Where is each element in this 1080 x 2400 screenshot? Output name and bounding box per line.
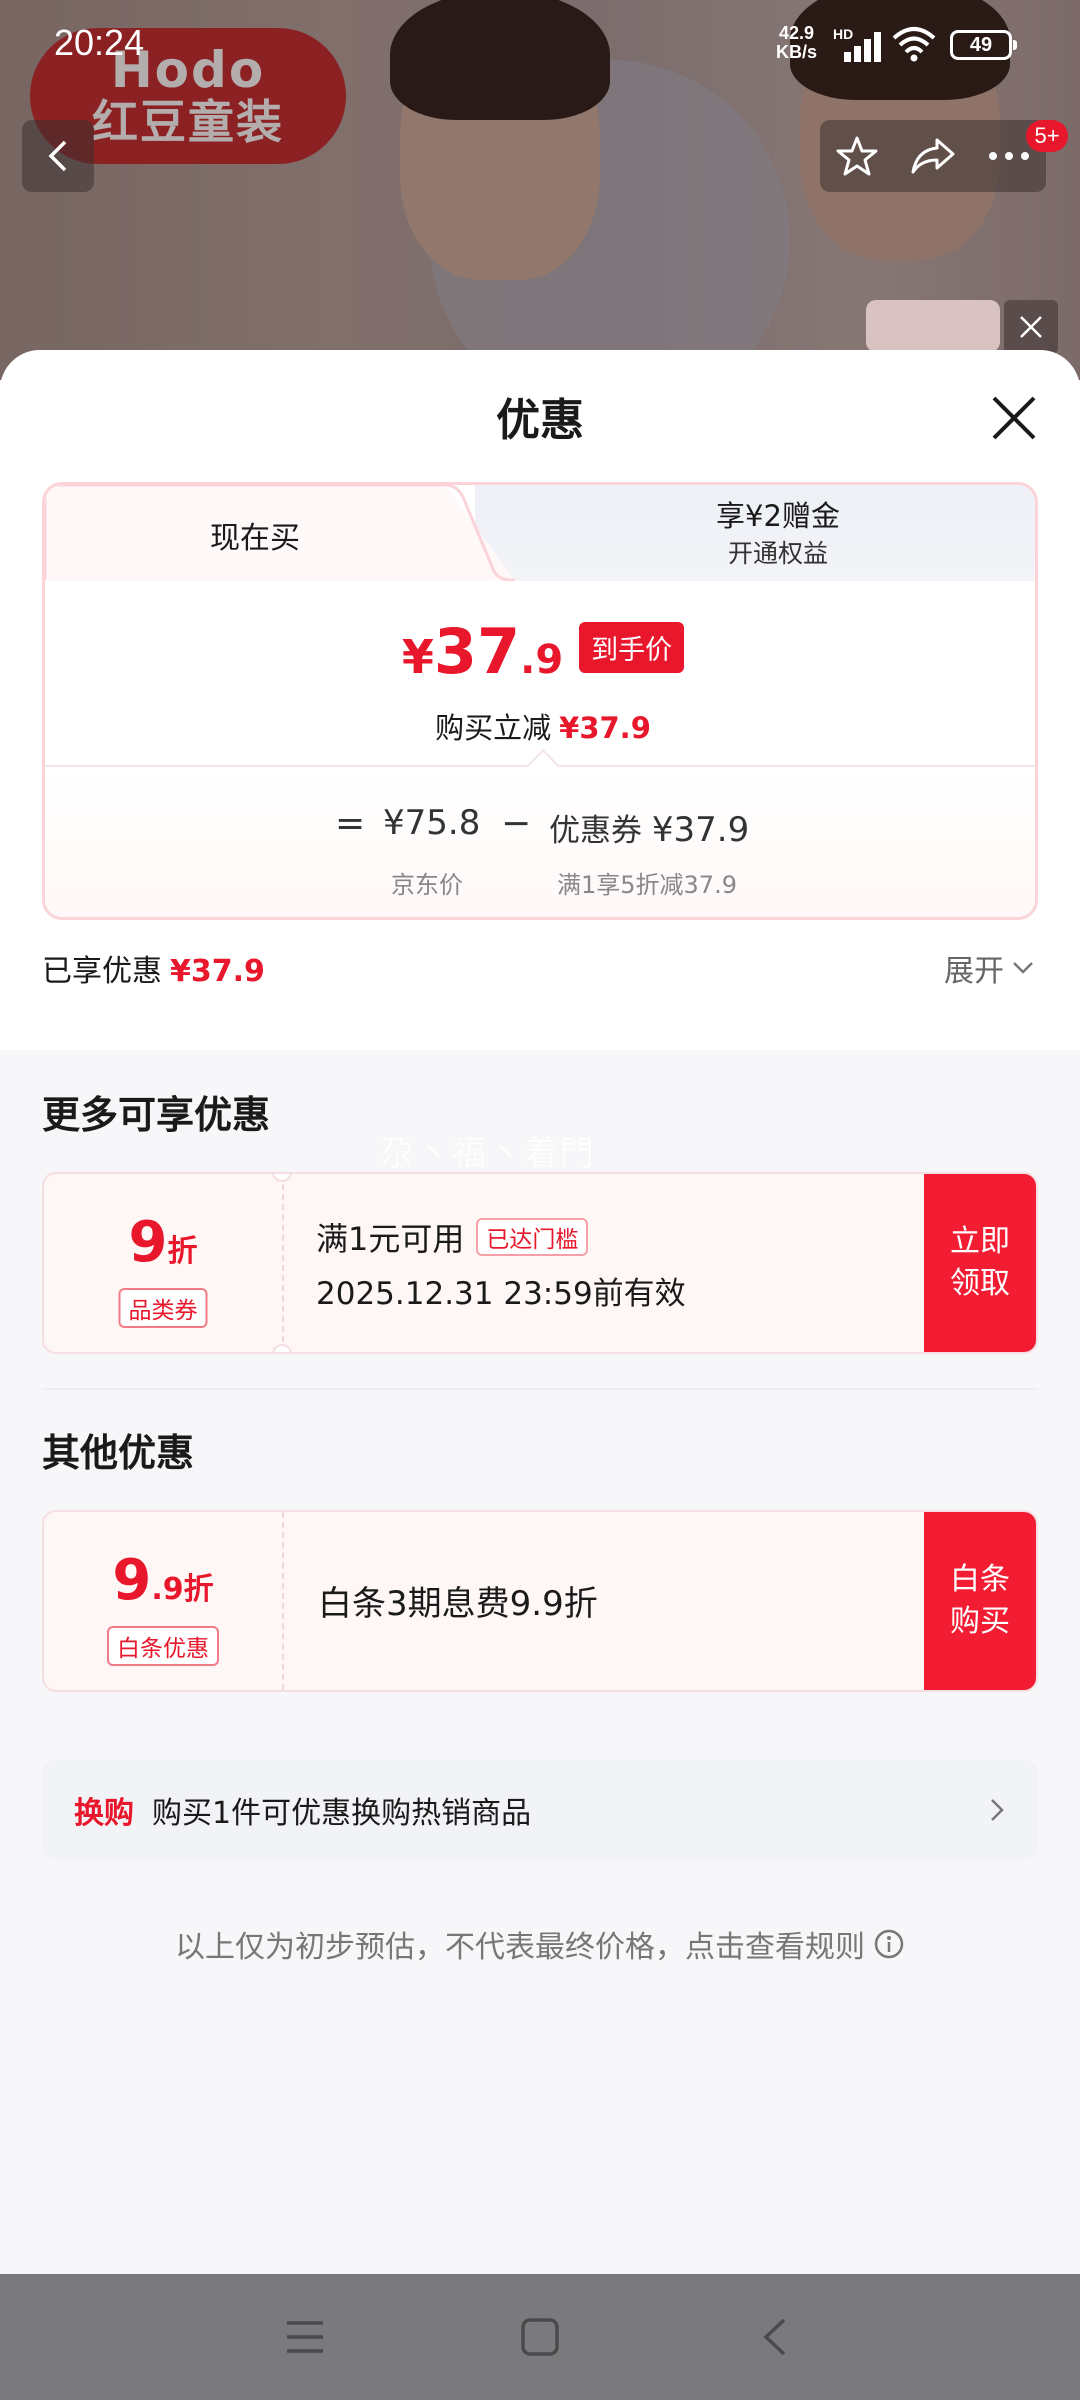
category-coupon-card: 9折 品类券 满1元可用 已达门槛 2025.12.31 23:59前有效 立即… (42, 1172, 1038, 1354)
baitiao-card: 9.9折 白条优惠 白条3期息费9.9折 白条 购买 (42, 1510, 1038, 1692)
nav-back-icon (763, 2318, 786, 2356)
jd-price: ¥75.8 (383, 803, 481, 843)
status-time: 20:24 (54, 22, 145, 63)
price-breakdown-card: 现在买 享¥2赠金 开通权益 ¥ 37 .9 到手价 购买立减 ¥37.9 = ¥… (42, 482, 1038, 920)
coupon-validity: 2025.12.31 23:59前有效 (316, 1276, 686, 1312)
chevron-down-icon (1013, 962, 1033, 974)
menu-icon (287, 2321, 323, 2353)
star-icon[interactable] (835, 134, 879, 178)
baitiao-type-badge: 白条优惠 (107, 1626, 219, 1666)
system-back-button[interactable] (750, 2312, 800, 2362)
instant-discount: 购买立减 ¥37.9 (435, 711, 651, 745)
tab-buy-now-label: 现在买 (210, 521, 300, 556)
floating-close-button[interactable] (1004, 300, 1058, 354)
menu-button[interactable] (280, 2312, 330, 2362)
share-icon[interactable] (909, 136, 957, 176)
coupon-discount: 9折 (128, 1210, 198, 1275)
chevron-right-icon (991, 1799, 1004, 1821)
swap-purchase-row[interactable]: 换购 购买1件可优惠换购热销商品 (42, 1760, 1038, 1860)
other-discounts-title: 其他优惠 (42, 1431, 195, 1475)
top-action-group (820, 120, 1046, 192)
info-icon (874, 1929, 904, 1959)
battery-icon: 49 (950, 30, 1017, 60)
status-bar: 20:24 42.9 KB/s HD 49 (0, 0, 1080, 90)
tab-benefit-label: 享¥2赠金 开通权益 (716, 499, 840, 568)
final-price-tag: 到手价 (579, 622, 685, 673)
coupon-amount: 优惠券 ¥37.9 (549, 810, 750, 850)
close-icon (1020, 316, 1042, 338)
swap-text: 购买1件可优惠换购热销商品 (152, 1796, 532, 1831)
discount-sheet: 优惠 现在买 享¥2赠金 开通权益 ¥ 37 .9 到手价 购买立减¥37.9 (0, 350, 1080, 2274)
back-icon (48, 140, 67, 172)
sheet-close-button[interactable] (982, 386, 1046, 450)
price-disclaimer[interactable]: 以上仅为初步预估，不代表最终价格，点击查看规则 (0, 1922, 1080, 1966)
system-nav-bar (0, 2274, 1080, 2400)
swap-tag: 换购 (74, 1796, 134, 1831)
floating-thumbnail[interactable] (866, 300, 1000, 352)
price-formula: = ¥75.8 − 优惠券 ¥37.9 (335, 803, 750, 850)
coupon-type-badge: 品类券 (118, 1288, 208, 1328)
baitiao-description: 白条3期息费9.9折 (318, 1584, 598, 1624)
coupon-caption: 满1享5折减37.9 (557, 871, 737, 899)
reached-badge: 已达门槛 (476, 1218, 589, 1256)
home-button[interactable] (515, 2312, 565, 2362)
expand-button[interactable]: 展开 (944, 946, 1034, 990)
back-button[interactable] (22, 120, 94, 192)
claim-coupon-button[interactable]: 立即 领取 (924, 1174, 1036, 1352)
baitiao-discount: 9.9折 (112, 1548, 214, 1613)
baitiao-buy-button[interactable]: 白条 购买 (924, 1512, 1036, 1690)
signal-icon (836, 30, 884, 62)
more-icon[interactable] (987, 150, 1031, 162)
sheet-title: 优惠 (496, 395, 584, 446)
final-price: ¥ 37 .9 到手价 (45, 615, 1035, 688)
message-badge: 5+ (1026, 120, 1068, 152)
watermark: 尕丶福丶着門 (380, 1134, 596, 1174)
enjoyed-discount: 已享优惠 ¥37.9 (42, 954, 265, 989)
more-discounts-title: 更多可享优惠 (42, 1093, 271, 1137)
network-speed: 42.9 KB/s (776, 23, 818, 62)
jd-price-caption: 京东价 (391, 871, 463, 899)
coupon-condition: 满1元可用 (316, 1220, 465, 1258)
wifi-icon (892, 27, 936, 62)
home-icon (521, 2318, 559, 2356)
